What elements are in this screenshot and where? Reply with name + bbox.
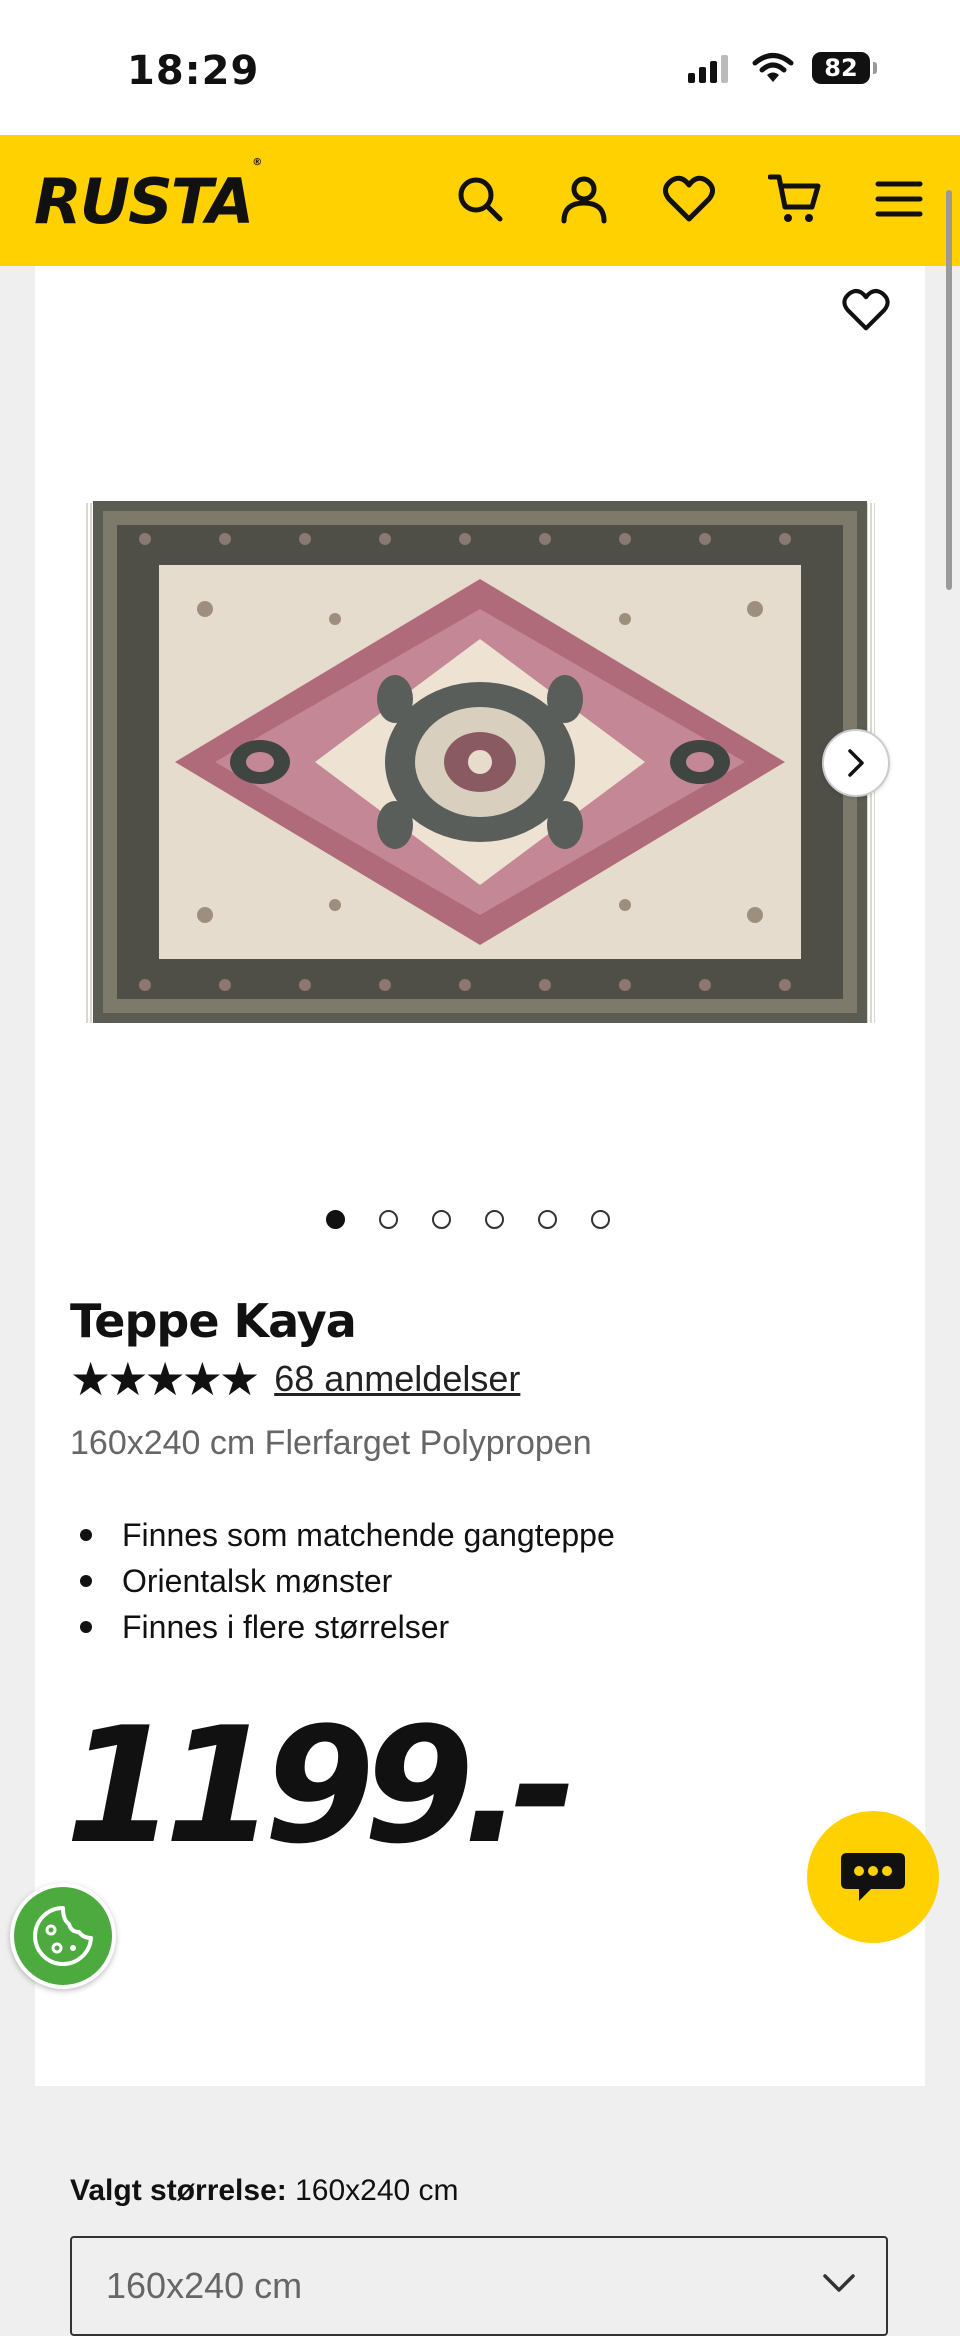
heart-icon xyxy=(663,175,715,222)
pagination-dot[interactable] xyxy=(432,1210,451,1229)
chevron-down-icon xyxy=(823,2274,855,2292)
feature-list: Finnes som matchende gangteppe Orientals… xyxy=(70,1512,615,1650)
size-label: Valgt størrelse: 160x240 cm xyxy=(70,2174,459,2208)
wifi-icon xyxy=(752,53,794,82)
cart-icon xyxy=(768,174,821,222)
search-button[interactable] xyxy=(452,171,508,227)
cookie-icon xyxy=(33,1906,93,1966)
product-image[interactable] xyxy=(85,499,875,1027)
product-subtitle: 160x240 cm Flerfarget Polypropen xyxy=(70,1424,592,1462)
next-image-button[interactable] xyxy=(822,729,890,797)
menu-icon xyxy=(875,181,923,217)
status-bar: 18:29 82 xyxy=(0,0,960,135)
chat-button[interactable] xyxy=(807,1811,939,1943)
product-price: 1199.- xyxy=(65,1692,577,1879)
feature-item: Finnes som matchende gangteppe xyxy=(70,1512,615,1558)
site-header: RUSTA® xyxy=(0,135,960,266)
pagination-dot[interactable] xyxy=(379,1210,398,1229)
favorites-button[interactable] xyxy=(661,171,717,227)
heart-icon xyxy=(842,288,890,331)
logo-text: RUSTA xyxy=(34,165,254,238)
pagination-dot[interactable] xyxy=(485,1210,504,1229)
pagination-dot[interactable] xyxy=(591,1210,610,1229)
pagination-dot[interactable] xyxy=(538,1210,557,1229)
battery-indicator: 82 xyxy=(812,52,877,84)
account-icon xyxy=(561,176,607,224)
add-to-favorites-button[interactable] xyxy=(835,282,897,338)
menu-button[interactable] xyxy=(871,171,927,227)
rating-row: ★★★★★ 68 anmeldelser xyxy=(70,1356,520,1402)
chat-icon xyxy=(841,1853,905,1901)
size-dropdown[interactable]: 160x240 cm xyxy=(70,2236,888,2336)
feature-item: Finnes i flere størrelser xyxy=(70,1604,615,1650)
star-rating: ★★★★★ xyxy=(70,1353,260,1405)
feature-item: Orientalsk mønster xyxy=(70,1558,615,1604)
rusta-logo[interactable]: RUSTA® xyxy=(34,157,262,238)
pagination-dot[interactable] xyxy=(326,1210,345,1229)
chevron-right-icon xyxy=(848,749,864,777)
image-pagination xyxy=(326,1210,610,1229)
size-label-key: Valgt størrelse: xyxy=(70,2174,287,2207)
reviews-link[interactable]: 68 anmeldelser xyxy=(274,1358,520,1400)
size-dropdown-value: 160x240 cm xyxy=(106,2265,303,2306)
account-button[interactable] xyxy=(556,171,612,227)
status-icons: 82 xyxy=(686,52,877,84)
logo-registered-mark: ® xyxy=(252,157,262,169)
product-card: Teppe Kaya ★★★★★ 68 anmeldelser 160x240 … xyxy=(35,266,925,2336)
size-label-value: 160x240 cm xyxy=(295,2174,459,2207)
product-title: Teppe Kaya xyxy=(70,1294,357,1348)
signal-icon xyxy=(688,55,728,83)
scrollbar[interactable] xyxy=(946,190,952,590)
cart-button[interactable] xyxy=(767,171,823,227)
rug-image xyxy=(85,501,875,1023)
search-icon xyxy=(458,177,503,222)
cookie-settings-button[interactable] xyxy=(10,1883,116,1989)
status-time: 18:29 xyxy=(127,48,260,94)
